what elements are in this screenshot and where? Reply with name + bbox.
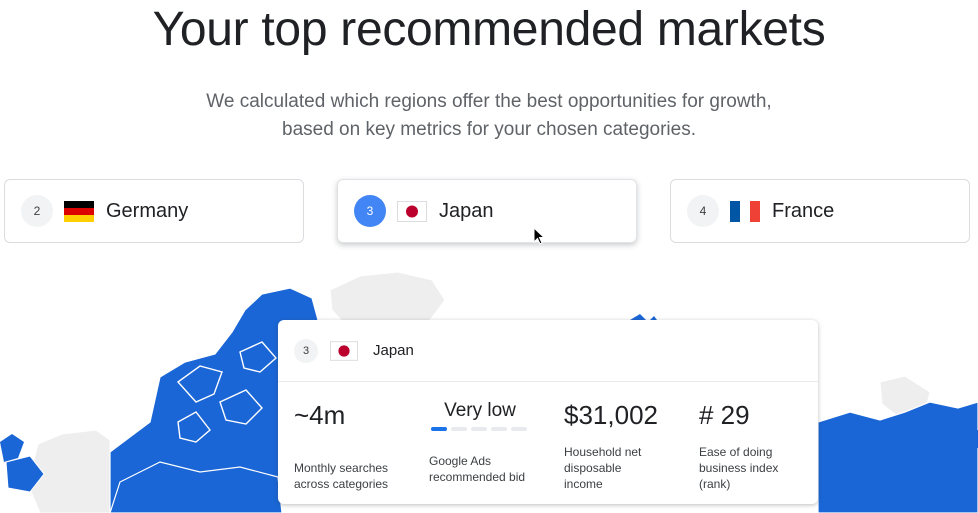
bid-level-segment — [491, 427, 507, 431]
metric-value: ~4m — [294, 400, 346, 430]
metric-label-line: across categories — [294, 477, 389, 491]
subtitle-line-1: We calculated which regions offer the be… — [206, 91, 772, 112]
metric-label-line: (rank) — [699, 477, 731, 491]
market-details-card: 3 Japan ~4m Monthly searches across cate… — [278, 320, 818, 504]
rank-badge: 4 — [687, 195, 719, 227]
details-header: 3 Japan — [278, 320, 818, 382]
page-title: Your top recommended markets — [152, 3, 826, 56]
metric-label: Google Ads recommended bid — [429, 453, 539, 485]
rank-badge: 2 — [21, 195, 53, 227]
metric-label-line: recommended bid — [429, 470, 526, 484]
market-card-japan[interactable]: 3 Japan — [337, 179, 637, 243]
france-flag-icon — [730, 200, 760, 222]
metric-label-line: business index — [699, 461, 779, 475]
germany-flag-icon — [64, 200, 94, 222]
metric-ads-bid: Very low Google Ads recommended bid — [429, 398, 539, 485]
metric-label-line: Google Ads — [429, 454, 492, 468]
bid-level-segment — [431, 427, 447, 431]
market-name: France — [772, 199, 835, 222]
metric-value: Very low — [444, 400, 516, 421]
market-name: Japan — [439, 199, 494, 222]
bid-level-segment — [471, 427, 487, 431]
metric-label-line: Ease of doing — [699, 445, 773, 459]
bid-level-segment — [511, 427, 527, 431]
market-name: Germany — [106, 199, 189, 222]
metric-value: # 29 — [699, 400, 750, 430]
market-card-france[interactable]: 4 France — [670, 179, 970, 243]
map-region-russia — [817, 401, 978, 513]
metric-value: $31,002 — [564, 400, 658, 430]
japan-flag-icon — [330, 340, 358, 361]
rank-badge: 3 — [354, 195, 386, 227]
metric-ease-of-business: # 29 Ease of doing business index (rank) — [699, 398, 809, 492]
metric-monthly-searches: ~4m Monthly searches across categories — [294, 398, 414, 492]
mouse-cursor-icon — [533, 227, 546, 245]
metric-label: Ease of doing business index (rank) — [699, 444, 809, 492]
metric-household-income: $31,002 Household net disposable income — [564, 398, 674, 492]
market-card-germany[interactable]: 2 Germany — [4, 179, 304, 243]
details-market-name: Japan — [373, 342, 414, 359]
metric-label: Monthly searches across categories — [294, 460, 414, 492]
metric-label-line: income — [564, 477, 603, 491]
metric-label-line: Household net — [564, 445, 642, 459]
page-subtitle: We calculated which regions offer the be… — [0, 88, 978, 144]
bid-level-segment — [451, 427, 467, 431]
bid-level-meter — [431, 427, 539, 431]
metric-label-line: disposable — [564, 461, 622, 475]
details-rank-badge: 3 — [294, 338, 318, 363]
map-region-iceland — [0, 434, 24, 462]
japan-flag-icon — [397, 200, 427, 222]
metric-label: Household net disposable income — [564, 444, 674, 492]
subtitle-line-2: based on key metrics for your chosen cat… — [282, 119, 696, 140]
metric-label-line: Monthly searches — [294, 461, 389, 475]
